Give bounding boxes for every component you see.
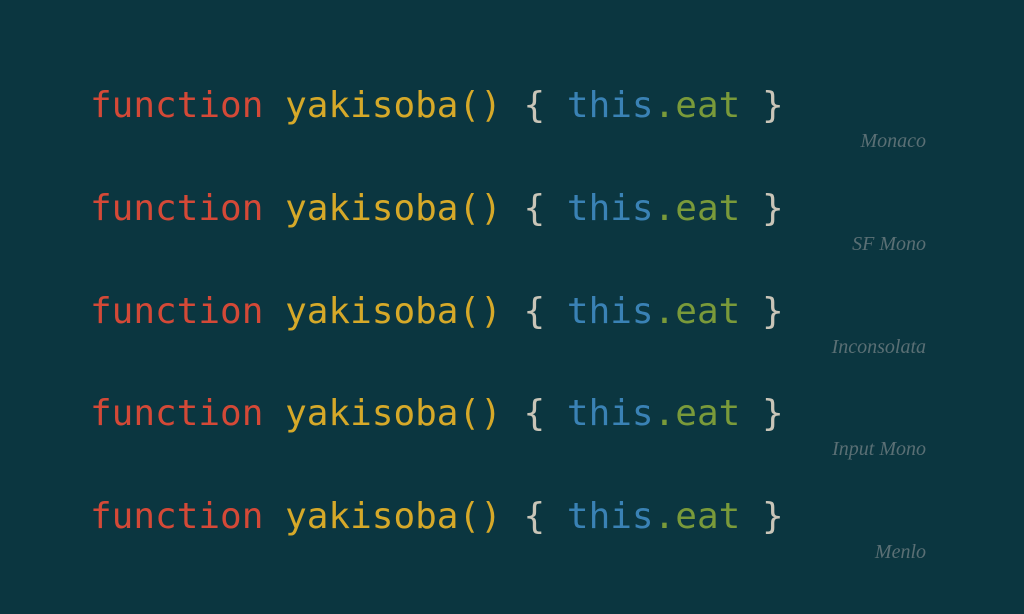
token-this: this <box>567 496 654 537</box>
font-sample-row: function yakisoba() { this.eat } SF Mono <box>90 188 934 256</box>
token-this: this <box>567 188 654 229</box>
token-space <box>545 291 567 332</box>
token-space <box>263 393 285 434</box>
token-method: eat <box>675 188 740 229</box>
code-line: function yakisoba() { this.eat } <box>90 188 934 229</box>
font-sample-row: function yakisoba() { this.eat } Menlo <box>90 496 934 564</box>
font-name-label: Input Mono <box>832 438 934 461</box>
token-space <box>545 85 567 126</box>
token-space <box>263 496 285 537</box>
token-method: eat <box>675 291 740 332</box>
token-keyword: function <box>90 291 263 332</box>
code-line: function yakisoba() { this.eat } <box>90 291 934 332</box>
token-space <box>740 85 762 126</box>
token-keyword: function <box>90 496 263 537</box>
font-name-label: Monaco <box>860 130 934 153</box>
token-keyword: function <box>90 188 263 229</box>
token-space <box>263 188 285 229</box>
token-keyword: function <box>90 85 263 126</box>
token-brace-open: { <box>524 291 546 332</box>
token-space <box>263 291 285 332</box>
code-line: function yakisoba() { this.eat } <box>90 393 934 434</box>
token-space <box>502 393 524 434</box>
token-parentheses: () <box>458 496 501 537</box>
font-name-label: Menlo <box>875 541 934 564</box>
token-space <box>263 85 285 126</box>
token-brace-close: } <box>762 291 784 332</box>
code-line: function yakisoba() { this.eat } <box>90 85 934 126</box>
token-this: this <box>567 291 654 332</box>
token-this: this <box>567 393 654 434</box>
token-space <box>502 291 524 332</box>
token-brace-close: } <box>762 85 784 126</box>
font-name-label: Inconsolata <box>832 336 934 359</box>
token-space <box>545 393 567 434</box>
token-dot: . <box>654 85 676 126</box>
code-line: function yakisoba() { this.eat } <box>90 496 934 537</box>
token-keyword: function <box>90 393 263 434</box>
token-space <box>740 496 762 537</box>
token-space <box>545 188 567 229</box>
token-space <box>502 188 524 229</box>
token-space <box>740 188 762 229</box>
token-dot: . <box>654 291 676 332</box>
token-parentheses: () <box>458 393 501 434</box>
token-this: this <box>567 85 654 126</box>
token-space <box>545 496 567 537</box>
token-brace-open: { <box>524 496 546 537</box>
token-function-name: yakisoba <box>285 85 458 126</box>
token-method: eat <box>675 85 740 126</box>
token-brace-open: { <box>524 188 546 229</box>
token-dot: . <box>654 496 676 537</box>
token-dot: . <box>654 188 676 229</box>
token-method: eat <box>675 393 740 434</box>
token-function-name: yakisoba <box>285 393 458 434</box>
token-brace-close: } <box>762 188 784 229</box>
token-brace-close: } <box>762 496 784 537</box>
token-brace-open: { <box>524 85 546 126</box>
token-brace-open: { <box>524 393 546 434</box>
token-function-name: yakisoba <box>285 496 458 537</box>
token-space <box>502 85 524 126</box>
token-parentheses: () <box>458 188 501 229</box>
token-space <box>740 291 762 332</box>
token-space <box>502 496 524 537</box>
token-function-name: yakisoba <box>285 291 458 332</box>
token-brace-close: } <box>762 393 784 434</box>
font-sample-row: function yakisoba() { this.eat } Input M… <box>90 393 934 461</box>
font-sample-row: function yakisoba() { this.eat } Monaco <box>90 85 934 153</box>
token-parentheses: () <box>458 291 501 332</box>
token-space <box>740 393 762 434</box>
token-function-name: yakisoba <box>285 188 458 229</box>
font-sample-row: function yakisoba() { this.eat } Inconso… <box>90 291 934 359</box>
font-name-label: SF Mono <box>852 233 934 256</box>
token-method: eat <box>675 496 740 537</box>
token-parentheses: () <box>458 85 501 126</box>
token-dot: . <box>654 393 676 434</box>
